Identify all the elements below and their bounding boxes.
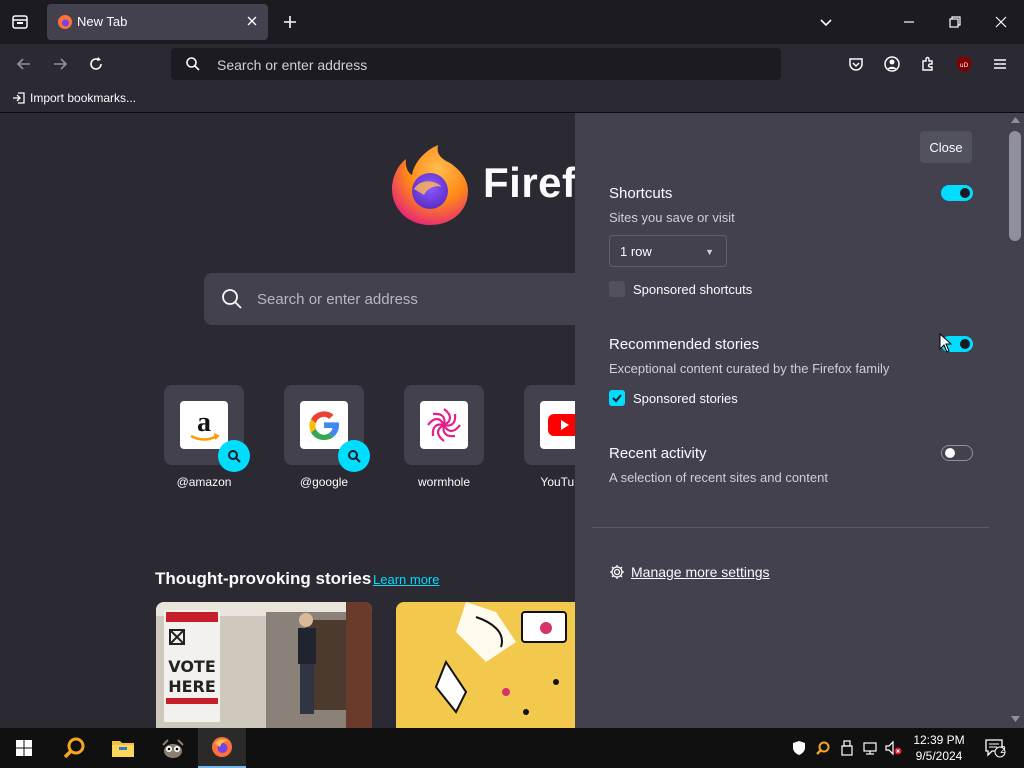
svg-text:HERE: HERE [168,677,216,696]
shortcut-label-wormhole: wormhole [417,475,471,489]
checkmark-icon [612,394,622,403]
recent-activity-toggle[interactable] [941,445,973,461]
system-clock[interactable]: 12:39 PM 9/5/2024 [905,732,973,764]
volume-muted-icon[interactable] [884,738,902,758]
shortcut-tile-wormhole[interactable] [404,385,484,465]
newtab-search-box[interactable]: Search or enter address [204,273,624,325]
windows-taskbar: 12:39 PM 9/5/2024 2 [0,728,1024,768]
svg-text:VOTE: VOTE [168,657,216,676]
search-icon [220,287,244,311]
new-tab-page: Firefox Search or enter address a @amazo… [0,113,1024,728]
sponsored-shortcuts-row[interactable]: Sponsored shortcuts [609,281,752,297]
import-icon [13,92,25,104]
scrollbar-thumb[interactable] [1009,131,1021,241]
new-tab-plus-icon[interactable] [278,10,302,34]
recommended-section-subtitle: Exceptional content curated by the Firef… [609,361,890,376]
shortcut-label-amazon: @amazon [176,475,232,489]
recent-section-title: Recent activity [609,445,707,462]
recent-section-subtitle: A selection of recent sites and content [609,470,828,485]
shortcuts-toggle[interactable] [941,185,973,201]
file-explorer-folder-icon[interactable] [99,728,147,768]
learn-more-link[interactable]: Learn more [373,572,439,587]
minimize-icon[interactable] [897,10,921,34]
notification-count: 2 [1000,745,1006,756]
shortcut-tile-google[interactable] [284,385,370,472]
svg-text:a: a [197,407,211,438]
tab-new-tab[interactable]: New Tab [47,4,268,40]
clock-date: 9/5/2024 [915,749,963,763]
firefox-view-icon[interactable] [8,10,32,34]
manage-settings-label: Manage more settings [631,564,770,580]
shortcut-rows-value: 1 row [620,244,652,259]
search-magnifier-icon[interactable] [50,728,98,768]
recommended-section-title: Recommended stories [609,336,760,353]
usb-device-icon[interactable] [838,738,856,758]
customize-panel: Close Shortcuts Sites you save or visit … [575,113,1007,728]
bookmarks-toolbar: Import bookmarks... [0,84,1024,113]
shortcuts-section-title: Shortcuts [609,185,673,202]
import-bookmarks-label: Import bookmarks... [30,91,137,105]
sponsored-stories-checkbox[interactable] [609,390,625,406]
sponsored-shortcuts-label: Sponsored shortcuts [633,281,753,297]
back-arrow-icon[interactable] [12,52,36,76]
divider [592,527,989,528]
list-all-tabs-chevron-down-icon[interactable] [814,10,838,34]
chevron-down-icon: ▼ [705,247,714,257]
menu-hamburger-icon[interactable] [988,52,1012,76]
close-button[interactable]: Close [920,131,972,163]
clock-time: 12:39 PM [913,733,965,747]
gear-icon [610,565,624,579]
shortcut-label-google: @google [299,475,349,489]
sponsored-stories-label: Sponsored stories [633,390,738,406]
shortcut-tile-amazon[interactable]: a [164,385,250,472]
amazon-logo-icon: a [180,401,228,449]
notifications-icon[interactable]: 2 [983,738,1007,758]
extensions-puzzle-icon[interactable] [916,52,940,76]
scroll-down-icon[interactable] [1011,716,1020,722]
reload-icon[interactable] [84,52,108,76]
firefox-favicon-icon [57,14,73,30]
account-icon[interactable] [880,52,904,76]
svg-text:uD: uD [960,62,969,69]
google-logo-icon [300,401,348,449]
ublock-origin-icon[interactable]: uD [952,52,976,76]
tab-title: New Tab [77,14,128,29]
browser-window: New Tab Search or enter address uD Impor… [0,0,1024,768]
manage-settings-link[interactable]: Manage more settings [609,564,770,580]
newtab-search-placeholder: Search or enter address [257,291,418,308]
shortcut-rows-select[interactable]: 1 row ▼ [609,235,727,267]
network-icon[interactable] [861,738,879,758]
story-card-vote[interactable]: VOTE HERE [156,602,372,728]
restore-icon[interactable] [943,10,967,34]
address-bar[interactable]: Search or enter address [171,48,781,80]
stories-section-title: Thought-provoking stories [155,569,372,588]
start-windows-icon[interactable] [0,728,48,768]
security-shield-icon[interactable] [790,738,808,758]
pocket-icon[interactable] [844,52,868,76]
forward-arrow-icon[interactable] [48,52,72,76]
address-bar-placeholder: Search or enter address [217,57,368,73]
sponsored-shortcuts-checkbox[interactable] [609,281,625,297]
search-shortcut-badge-icon [218,440,250,472]
gimp-icon[interactable] [149,728,197,768]
wormhole-logo-icon [420,401,468,449]
navigation-toolbar: Search or enter address uD [0,44,1024,84]
story-image-vote: VOTE HERE [156,602,372,728]
firefox-logo-icon [390,143,470,232]
tab-strip: New Tab [0,0,1024,44]
close-tab-icon[interactable] [244,13,260,29]
sponsored-stories-row[interactable]: Sponsored stories [609,390,738,406]
firefox-taskbar-icon[interactable] [198,728,246,768]
import-bookmarks-button[interactable]: Import bookmarks... [12,91,136,105]
mouse-cursor-icon [939,333,953,353]
scroll-up-icon[interactable] [1011,117,1020,123]
tray-search-icon[interactable] [814,738,832,758]
close-window-icon[interactable] [989,10,1013,34]
shortcuts-section-subtitle: Sites you save or visit [609,210,735,225]
search-shortcut-badge-icon [338,440,370,472]
search-icon [181,52,205,76]
page-scrollbar[interactable] [1007,113,1024,728]
